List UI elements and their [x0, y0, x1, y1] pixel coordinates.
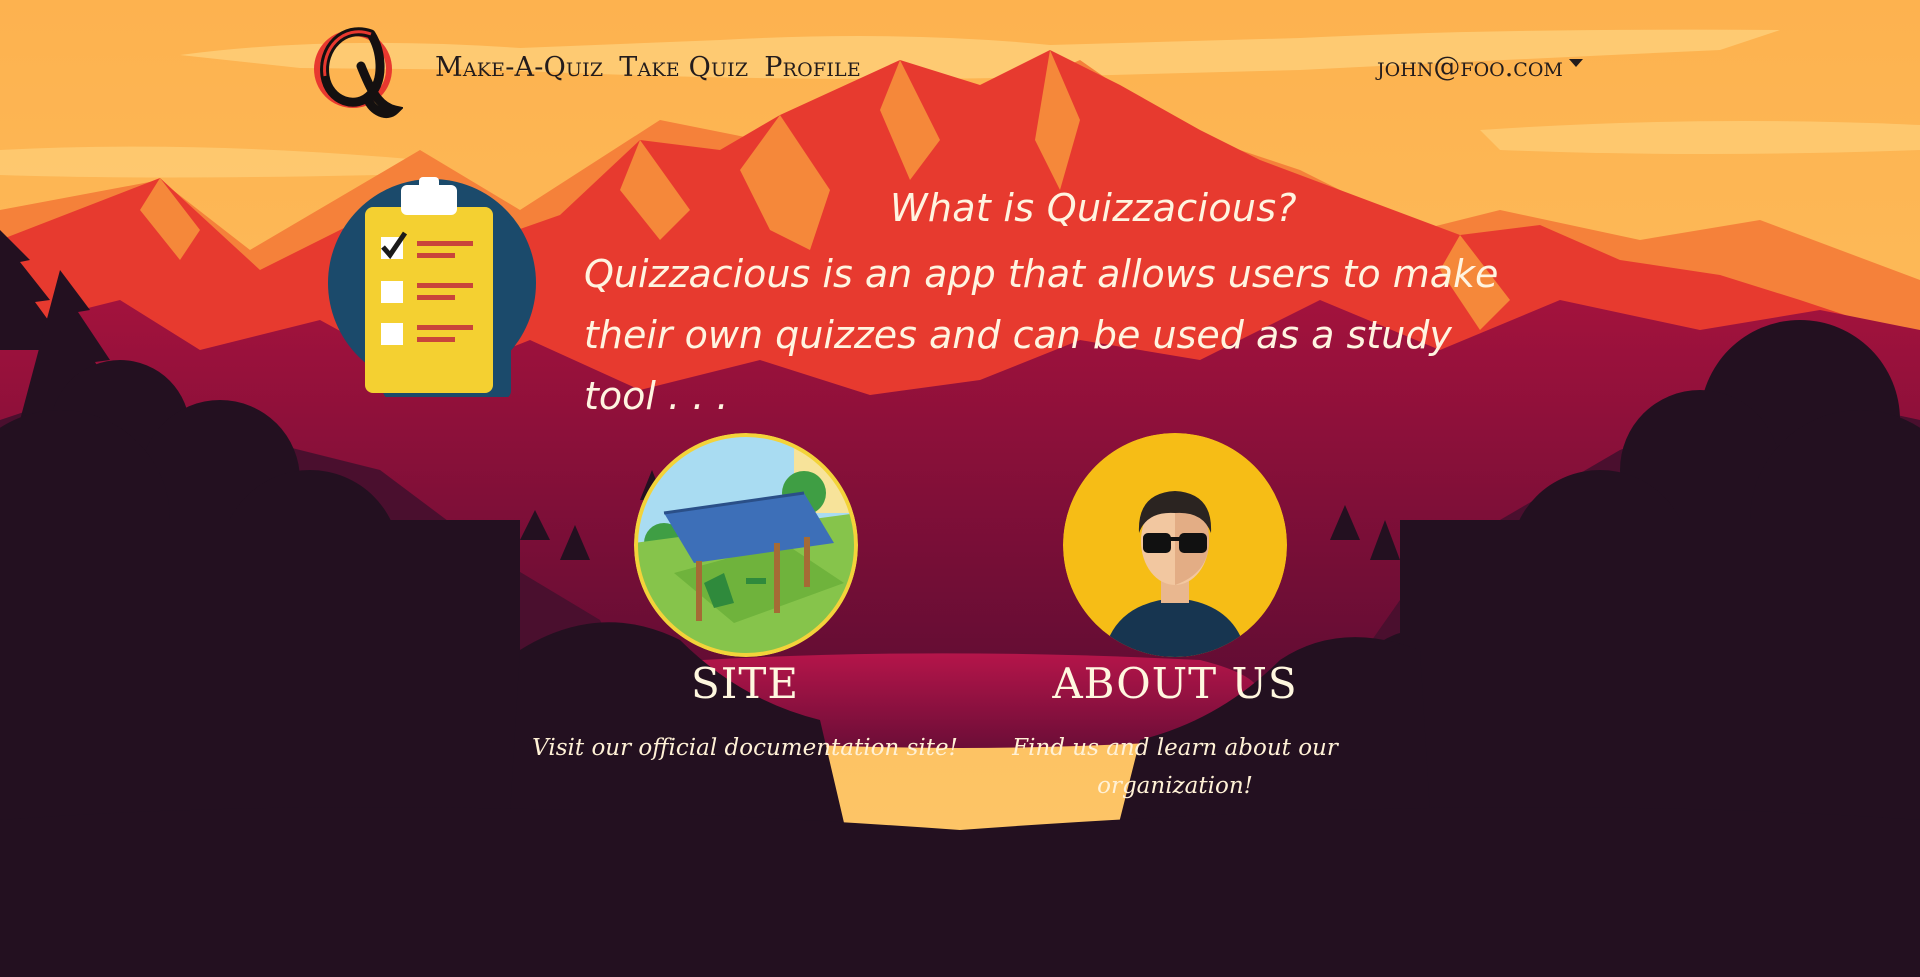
site-illustration-image[interactable]: [634, 433, 858, 657]
nav-make-a-quiz-link[interactable]: Make-A-Quiz: [435, 52, 603, 83]
site-card-description: Visit our official documentation site!: [532, 735, 958, 761]
about-us-card: ABOUT US Find us and learn about our org…: [1000, 433, 1350, 813]
user-email: john@foo.com: [1377, 52, 1563, 83]
about-us-card-title: ABOUT US: [1052, 659, 1298, 708]
hero-title: What is Quizzacious?: [890, 186, 1297, 230]
hero-description: Quizzacious is an app that allows users …: [584, 252, 1499, 418]
site-card: SITE Visit our official documentation si…: [520, 433, 970, 813]
user-menu-dropdown[interactable]: john@foo.com: [1377, 52, 1583, 83]
about-us-avatar-image[interactable]: [1063, 433, 1287, 657]
nav-links: Make-A-Quiz Take Quiz Profile: [435, 52, 861, 83]
caret-down-icon: [1568, 58, 1583, 67]
about-us-card-description: Find us and learn about our organization…: [1012, 735, 1338, 799]
top-navbar: Make-A-Quiz Take Quiz Profile john@foo.c…: [0, 0, 1920, 140]
site-card-title: SITE: [690, 659, 800, 708]
nav-take-quiz-link[interactable]: Take Quiz: [619, 52, 748, 83]
quizzacious-logo-icon[interactable]: [313, 14, 403, 126]
clipboard-checklist-icon: [328, 177, 536, 397]
nav-profile-link[interactable]: Profile: [764, 52, 861, 83]
